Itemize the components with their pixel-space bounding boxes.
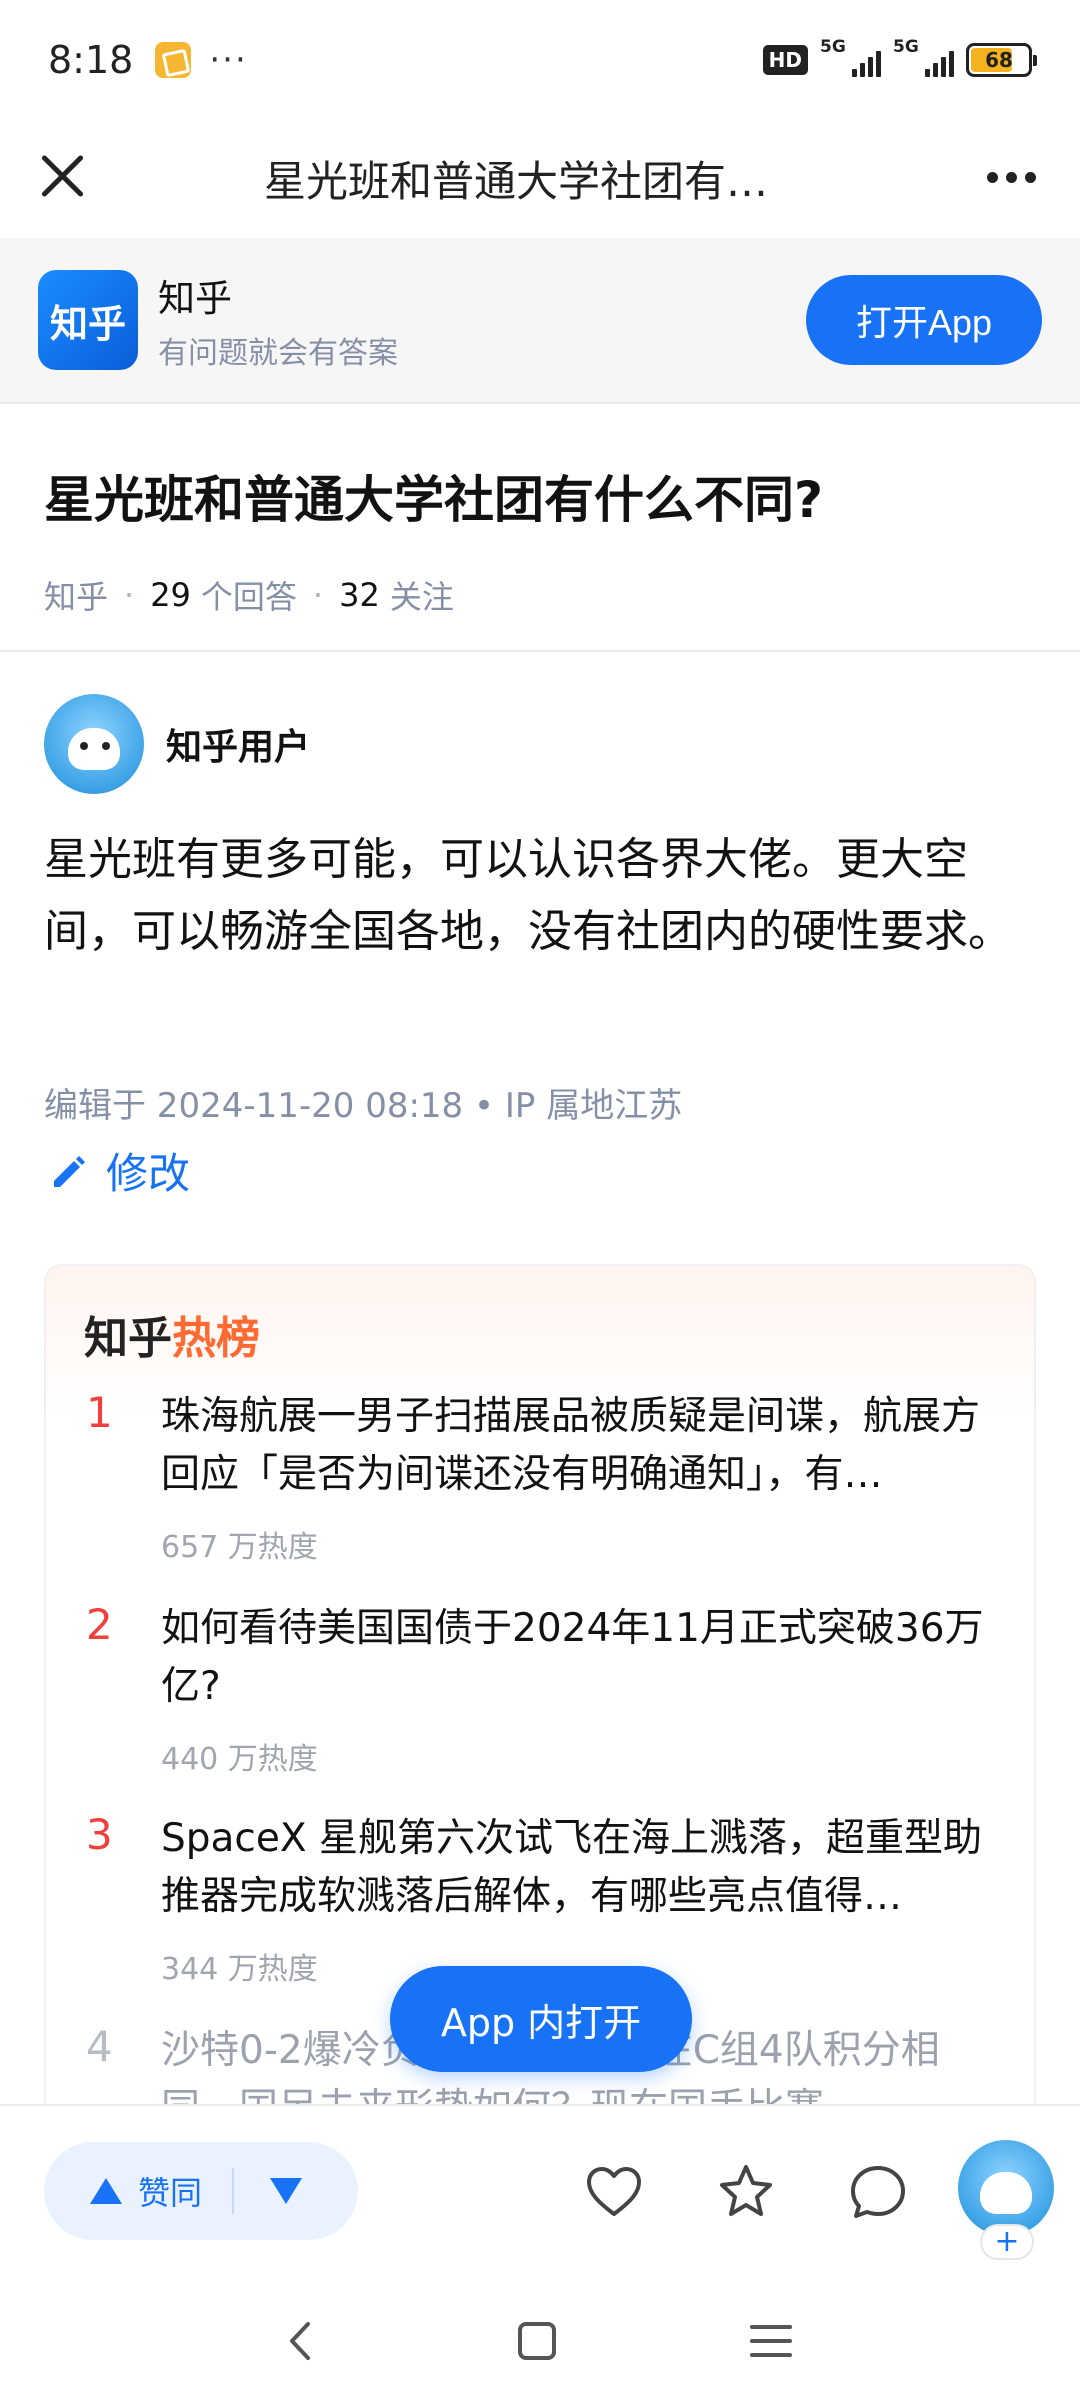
- follow-count: 32: [339, 576, 380, 614]
- question-title[interactable]: 星光班和普通大学社团有什么不同?: [44, 460, 1036, 532]
- menu-nav-icon[interactable]: [746, 2316, 796, 2366]
- modify-button[interactable]: 修改: [48, 1140, 190, 1201]
- hot-title: SpaceX 星舰第六次试飞在海上溅落，超重型助推器完成软溅落后解体，有哪些亮点…: [161, 1816, 982, 1919]
- hot-heat: 657 万热度: [161, 1530, 318, 1565]
- banner-app-name: 知乎: [158, 277, 232, 320]
- hot-rank: 2: [86, 1600, 113, 1649]
- page-title: 星光班和普通大学社团有…: [264, 157, 769, 206]
- comment-icon[interactable]: [848, 2162, 908, 2222]
- hot-list-title-main: 知乎: [84, 1313, 172, 1364]
- modify-label: 修改: [106, 1149, 191, 1198]
- hot-title: 珠海航展一男子扫描展品被质疑是间谍，航展方回应「是否为间谍还没有明确通知」，有…: [161, 1394, 981, 1497]
- signal-icon-2: 5G: [893, 37, 954, 77]
- close-icon[interactable]: [36, 150, 88, 202]
- sim1-label: 5G: [820, 37, 846, 57]
- upvote-icon: [90, 2178, 122, 2204]
- heart-icon[interactable]: [584, 2162, 644, 2222]
- battery-level: 68: [985, 48, 1013, 72]
- plus-badge[interactable]: +: [980, 2224, 1034, 2260]
- question-meta: 知乎 · 29 个回答 · 32 关注: [44, 572, 1036, 618]
- meta-dot: ·: [312, 576, 324, 614]
- open-in-app-float-button[interactable]: App 内打开: [390, 1966, 692, 2072]
- follow-count-unit[interactable]: 关注: [390, 572, 454, 618]
- author-name[interactable]: 知乎用户: [166, 718, 310, 770]
- avatar[interactable]: [44, 694, 144, 794]
- answer-count-unit[interactable]: 个回答: [201, 572, 297, 618]
- notes-app-icon: [155, 42, 192, 78]
- system-navigation: [0, 2286, 1080, 2400]
- edit-meta: 编辑于 2024-11-20 08:18 • IP 属地江苏: [44, 1086, 683, 1126]
- upvote-button[interactable]: 赞同: [44, 2168, 202, 2214]
- hot-rank: 3: [86, 1810, 113, 1859]
- status-more-icon: ···: [209, 40, 248, 80]
- answer-count: 29: [150, 576, 191, 614]
- signal-icon-1: 5G: [820, 37, 881, 77]
- hot-list-title[interactable]: 知乎热榜: [84, 1302, 260, 1366]
- more-icon[interactable]: [987, 172, 1036, 183]
- downvote-icon[interactable]: [270, 2178, 303, 2204]
- question-source[interactable]: 知乎: [44, 572, 108, 618]
- app-banner: 知乎 知乎 有问题就会有答案 打开App: [0, 238, 1080, 404]
- zhihu-logo: 知乎: [38, 270, 138, 370]
- top-bar: 星光班和普通大学社团有…: [0, 120, 1080, 238]
- pencil-icon: [54, 1155, 85, 1187]
- answer-author[interactable]: 知乎用户: [44, 694, 310, 794]
- hot-rank: 1: [86, 1388, 113, 1437]
- status-indicators: HD 5G 5G 68: [762, 37, 1037, 77]
- hot-title: 如何看待美国国债于2024年11月正式突破36万亿?: [161, 1606, 984, 1709]
- vote-pill: 赞同: [44, 2142, 358, 2240]
- status-bar: 8:18 ··· HD 5G 5G 68: [0, 0, 1080, 120]
- status-time: 8:18: [48, 38, 134, 82]
- answer-body: 星光班有更多可能，可以认识各界大佬。更大空间，可以畅游全国各地，没有社团内的硬性…: [44, 834, 1012, 957]
- hot-list-title-accent: 热榜: [172, 1313, 260, 1364]
- meta-dot: ·: [124, 576, 135, 614]
- home-nav-icon[interactable]: [512, 2316, 562, 2366]
- upvote-label: 赞同: [138, 2174, 203, 2212]
- bottom-action-bar: 赞同 +: [0, 2104, 1080, 2286]
- my-avatar[interactable]: [958, 2140, 1054, 2236]
- back-nav-icon[interactable]: [276, 2316, 326, 2366]
- battery-icon: 68: [966, 43, 1037, 77]
- open-app-button[interactable]: 打开App: [806, 275, 1042, 365]
- banner-slogan: 有问题就会有答案: [158, 336, 398, 371]
- hot-rank: 4: [86, 2022, 113, 2071]
- hd-badge: HD: [762, 45, 808, 75]
- sim2-label: 5G: [893, 37, 919, 57]
- vote-divider: [232, 2168, 235, 2214]
- banner-text: 知乎 有问题就会有答案: [158, 268, 398, 372]
- hot-heat: 440 万热度: [161, 1742, 318, 1777]
- star-icon[interactable]: [716, 2162, 776, 2222]
- hot-heat: 344 万热度: [161, 1952, 318, 1987]
- question-header: 星光班和普通大学社团有什么不同? 知乎 · 29 个回答 · 32 关注: [0, 404, 1080, 652]
